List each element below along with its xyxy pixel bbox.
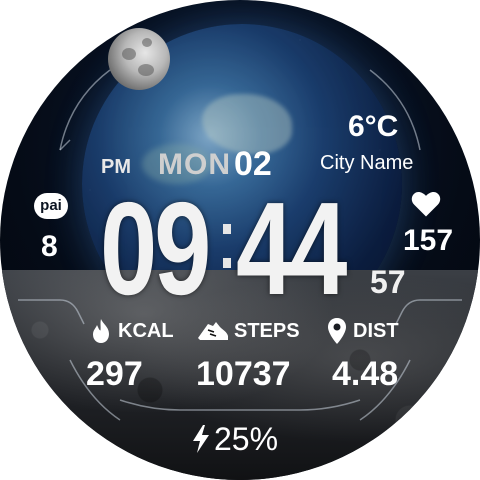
kcal-label: KCAL bbox=[118, 320, 174, 342]
time-hours: 09 bbox=[100, 175, 211, 322]
city-name[interactable]: City Name bbox=[320, 152, 413, 175]
shoe-icon bbox=[198, 322, 228, 340]
time-seconds: 57 bbox=[370, 264, 406, 300]
lightning-icon bbox=[193, 425, 209, 453]
watch-face: PM MON 02 6°C City Name pai 8 09 44 57 1… bbox=[0, 0, 480, 480]
time-colon bbox=[223, 218, 231, 274]
pai-value[interactable]: 8 bbox=[41, 230, 58, 264]
flame-icon bbox=[93, 319, 109, 343]
time-minutes: 44 bbox=[236, 175, 347, 322]
temperature-value[interactable]: 6°C bbox=[348, 110, 398, 144]
pai-icon[interactable]: pai bbox=[34, 193, 68, 219]
dist-label: DIST bbox=[353, 320, 399, 342]
heart-icon[interactable] bbox=[411, 190, 441, 218]
battery-value[interactable]: 25% bbox=[214, 421, 278, 458]
heart-rate-value[interactable]: 157 bbox=[403, 224, 453, 258]
kcal-value[interactable]: 297 bbox=[86, 355, 143, 394]
steps-label: STEPS bbox=[234, 320, 300, 342]
location-pin-icon bbox=[328, 318, 346, 344]
dist-value[interactable]: 4.48 bbox=[332, 355, 398, 394]
steps-value[interactable]: 10737 bbox=[196, 355, 291, 394]
